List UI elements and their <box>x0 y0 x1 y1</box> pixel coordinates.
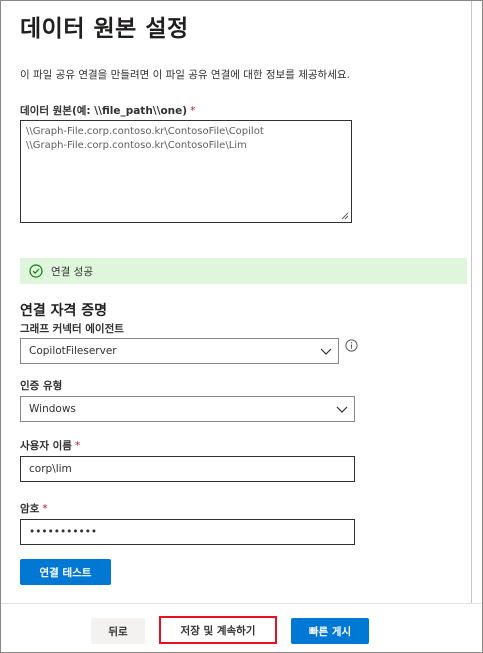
auth-type-value: Windows <box>29 403 76 415</box>
password-value: ••••••••••• <box>29 526 98 538</box>
data-source-label: 데이터 원본(예: \\file_path\\one) * <box>20 103 195 118</box>
data-source-label-text: 데이터 원본(예: \\file_path\\one) <box>20 105 188 117</box>
connection-status-bar: 연결 성공 <box>20 258 467 284</box>
page-description: 이 파일 공유 연결을 만들려면 이 파일 공유 연결에 대한 정보를 제공하세… <box>20 69 350 81</box>
data-source-line-1: \\Graph-File.corp.contoso.kr\ContosoFile… <box>26 126 264 137</box>
username-label-text: 사용자 이름 <box>20 440 72 452</box>
page-title: 데이터 원본 설정 <box>20 16 189 42</box>
back-button[interactable]: 뒤로 <box>91 618 145 644</box>
data-source-line-2: \\Graph-File.corp.contoso.kr\ContosoFile… <box>26 140 247 151</box>
resize-grip-icon[interactable] <box>341 212 349 220</box>
test-connection-button[interactable]: 연결 테스트 <box>20 559 111 585</box>
footer-divider <box>1 603 482 604</box>
required-mark: * <box>190 105 196 117</box>
username-value: corp\lim <box>29 463 72 475</box>
quick-publish-button[interactable]: 빠른 게시 <box>291 618 369 644</box>
save-continue-button[interactable]: 저장 및 계속하기 <box>159 616 277 644</box>
username-label: 사용자 이름 * <box>20 438 80 453</box>
password-label-text: 암호 <box>20 503 40 515</box>
data-source-textarea[interactable]: \\Graph-File.corp.contoso.kr\ContosoFile… <box>20 120 352 223</box>
auth-type-select[interactable]: Windows <box>20 396 355 422</box>
username-input[interactable]: corp\lim <box>20 456 355 482</box>
chevron-down-icon <box>320 348 332 355</box>
agent-select[interactable]: CopilotFileserver <box>20 338 339 364</box>
required-mark: * <box>74 440 81 452</box>
content-area: 데이터 원본 설정 이 파일 공유 연결을 만들려면 이 파일 공유 연결에 대… <box>1 1 482 603</box>
info-icon[interactable] <box>345 339 358 352</box>
password-label: 암호 * <box>20 501 48 516</box>
required-mark: * <box>42 503 48 515</box>
dialog-panel: 데이터 원본 설정 이 파일 공유 연결을 만들려면 이 파일 공유 연결에 대… <box>0 0 483 653</box>
chevron-down-icon <box>336 406 348 413</box>
agent-label: 그래프 커넥터 에이전트 <box>20 323 124 335</box>
credentials-section-title: 연결 자격 증명 <box>20 303 108 319</box>
auth-type-label: 인증 유형 <box>20 380 63 392</box>
connection-status-text: 연결 성공 <box>51 265 93 278</box>
password-input[interactable]: ••••••••••• <box>20 519 355 545</box>
agent-select-value: CopilotFileserver <box>29 345 117 357</box>
check-circle-icon <box>29 264 43 278</box>
scroll-divider <box>471 1 472 603</box>
